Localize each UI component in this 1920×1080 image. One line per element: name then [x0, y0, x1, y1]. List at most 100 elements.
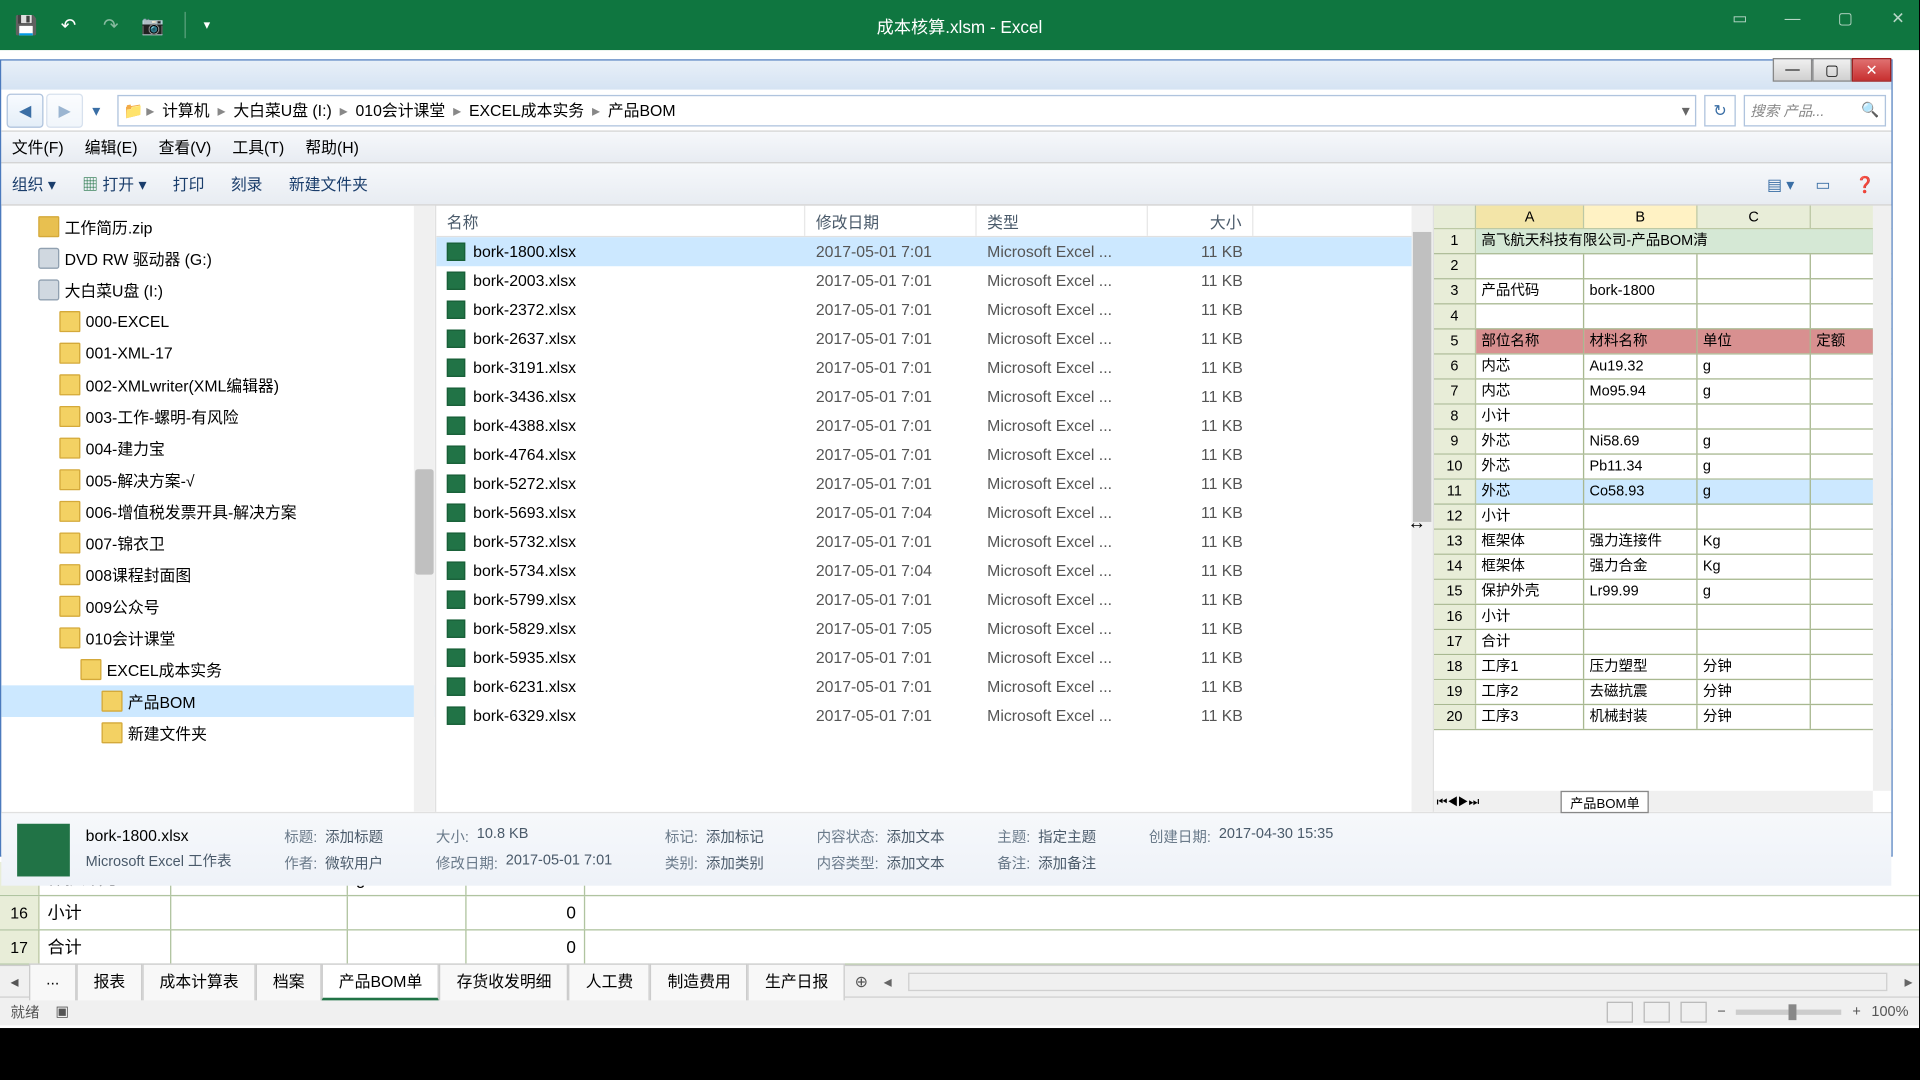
breadcrumb-item[interactable]: 产品BOM — [603, 101, 681, 119]
file-scrollbar[interactable] — [1412, 206, 1433, 812]
search-input[interactable]: 搜索 产品... 🔍 — [1744, 94, 1886, 126]
nav-history-icon[interactable]: ▾ — [86, 93, 107, 127]
tree-item[interactable]: 007-锦衣卫 — [1, 527, 435, 559]
explorer-titlebar[interactable]: — ▢ ✕ — [1, 61, 1891, 90]
file-list-header[interactable]: 名称 修改日期 类型 大小 — [436, 206, 1432, 238]
horizontal-scrollbar[interactable] — [909, 972, 1888, 990]
tree-item[interactable]: 工作简历.zip — [1, 211, 435, 243]
menu-item[interactable]: 编辑(E) — [85, 136, 138, 158]
menu-item[interactable]: 工具(T) — [232, 136, 284, 158]
macro-record-icon[interactable]: ▣ — [55, 1003, 69, 1020]
help-icon[interactable]: ❓ — [1849, 169, 1881, 198]
undo-icon[interactable]: ↶ — [53, 9, 85, 41]
file-row[interactable]: bork-1800.xlsx2017-05-01 7:01Microsoft E… — [436, 237, 1432, 266]
menu-item[interactable]: 查看(V) — [159, 136, 212, 158]
details-subject[interactable]: 指定主题 — [1038, 826, 1096, 847]
organize-button[interactable]: 组织 ▾ — [12, 173, 56, 195]
ribbon-options-icon[interactable]: ▭ — [1724, 5, 1756, 31]
column-type[interactable]: 类型 — [977, 206, 1148, 236]
file-row[interactable]: bork-5829.xlsx2017-05-01 7:05Microsoft E… — [436, 614, 1432, 643]
preview-row[interactable]: 7内芯Mo95.94g — [1434, 380, 1891, 405]
details-content-status[interactable]: 添加文本 — [887, 826, 945, 847]
tree-item[interactable]: 产品BOM — [1, 685, 435, 717]
save-icon[interactable]: 💾 — [11, 9, 43, 41]
redo-icon[interactable]: ↷ — [95, 9, 127, 41]
preview-row[interactable]: 6内芯Au19.32g — [1434, 355, 1891, 380]
preview-row[interactable]: 12小计 — [1434, 505, 1891, 530]
tree-item[interactable]: 003-工作-螺明-有风险 — [1, 401, 435, 433]
nav-back-icon[interactable]: ◀ — [7, 93, 44, 127]
tree-item[interactable]: 大白菜U盘 (I:) — [1, 274, 435, 306]
sheet-tab[interactable]: 产品BOM单 — [322, 963, 440, 1000]
preview-row[interactable]: 13框架体强力连接件Kg — [1434, 530, 1891, 555]
preview-row[interactable]: 20工序3机械封装分钟 — [1434, 705, 1891, 730]
file-row[interactable]: bork-6329.xlsx2017-05-01 7:01Microsoft E… — [436, 701, 1432, 730]
preview-row[interactable]: 19工序2去磁抗震分钟 — [1434, 680, 1891, 705]
add-sheet-icon[interactable]: ⊕ — [845, 972, 877, 990]
zoom-slider[interactable] — [1736, 1009, 1841, 1014]
file-row[interactable]: bork-4388.xlsx2017-05-01 7:01Microsoft E… — [436, 411, 1432, 440]
worksheet-row[interactable]: 16小计0 — [0, 896, 1919, 930]
view-normal-icon[interactable] — [1607, 1001, 1633, 1022]
zoom-in-icon[interactable]: + — [1852, 1004, 1860, 1020]
hscroll-right-icon[interactable]: ▸ — [1898, 972, 1919, 990]
explorer-close-icon[interactable]: ✕ — [1852, 58, 1892, 82]
breadcrumb-item[interactable]: 010会计课堂 — [350, 101, 450, 119]
preview-scrollbar-v[interactable] — [1873, 206, 1891, 791]
preview-row[interactable]: 17合计 — [1434, 630, 1891, 655]
preview-row[interactable]: 18工序1压力塑型分钟 — [1434, 655, 1891, 680]
sheet-tab[interactable]: 档案 — [256, 963, 322, 1000]
preview-sheet-tab[interactable]: 产品BOM单 — [1561, 790, 1649, 812]
view-pagelayout-icon[interactable] — [1644, 1001, 1670, 1022]
preview-scrollbar-h[interactable]: ⏮◀▶⏭ 产品BOM单 — [1434, 791, 1873, 812]
file-row[interactable]: bork-5272.xlsx2017-05-01 7:01Microsoft E… — [436, 469, 1432, 498]
breadcrumb[interactable]: 📁 ▸ 计算机▸大白菜U盘 (I:)▸010会计课堂▸EXCEL成本实务▸产品B… — [117, 94, 1696, 126]
sheet-tab[interactable]: 制造费用 — [650, 963, 748, 1000]
tree-item[interactable]: 010会计课堂 — [1, 622, 435, 654]
details-content-type[interactable]: 添加文本 — [887, 852, 945, 873]
column-date[interactable]: 修改日期 — [805, 206, 976, 236]
file-row[interactable]: bork-3191.xlsx2017-05-01 7:01Microsoft E… — [436, 353, 1432, 382]
menu-item[interactable]: 帮助(H) — [305, 136, 359, 158]
open-button[interactable]: ▦ 打开 ▾ — [82, 173, 146, 195]
breadcrumb-item[interactable]: 大白菜U盘 (I:) — [228, 101, 337, 119]
details-author[interactable]: 微软用户 — [325, 852, 383, 873]
tree-item[interactable]: DVD RW 驱动器 (G:) — [1, 243, 435, 275]
details-category[interactable]: 添加类别 — [706, 852, 764, 873]
file-row[interactable]: bork-2372.xlsx2017-05-01 7:01Microsoft E… — [436, 295, 1432, 324]
hscroll-left-icon[interactable]: ◂ — [877, 972, 898, 990]
file-row[interactable]: bork-5693.xlsx2017-05-01 7:04Microsoft E… — [436, 498, 1432, 527]
file-row[interactable]: bork-5935.xlsx2017-05-01 7:01Microsoft E… — [436, 643, 1432, 672]
sheet-tab[interactable]: ... — [29, 963, 76, 1000]
tree-item[interactable]: 005-解决方案-√ — [1, 464, 435, 496]
preview-row[interactable]: 15保护外壳Lr99.99g — [1434, 580, 1891, 605]
preview-row[interactable]: 16小计 — [1434, 605, 1891, 630]
sheet-tab[interactable]: 报表 — [76, 963, 142, 1000]
camera-icon[interactable]: 📷 — [137, 9, 169, 41]
burn-button[interactable]: 刻录 — [231, 173, 263, 195]
newfolder-button[interactable]: 新建文件夹 — [289, 173, 368, 195]
refresh-icon[interactable]: ↻ — [1704, 94, 1736, 126]
file-row[interactable]: bork-2003.xlsx2017-05-01 7:01Microsoft E… — [436, 266, 1432, 295]
qat-customize-icon[interactable]: ▾ — [191, 9, 223, 41]
preview-row[interactable]: 10外芯Pb11.34g — [1434, 455, 1891, 480]
minimize-icon[interactable]: — — [1777, 5, 1809, 31]
maximize-icon[interactable]: ▢ — [1829, 5, 1861, 31]
file-row[interactable]: bork-6231.xlsx2017-05-01 7:01Microsoft E… — [436, 672, 1432, 701]
tree-item[interactable]: 004-建力宝 — [1, 432, 435, 464]
tree-item[interactable]: 009公众号 — [1, 590, 435, 622]
breadcrumb-item[interactable]: EXCEL成本实务 — [464, 101, 590, 119]
details-tag[interactable]: 添加标记 — [706, 826, 764, 847]
tree-item[interactable]: 001-XML-17 — [1, 337, 435, 369]
explorer-maximize-icon[interactable]: ▢ — [1812, 58, 1852, 82]
file-row[interactable]: bork-5734.xlsx2017-05-01 7:04Microsoft E… — [436, 556, 1432, 585]
tree-item[interactable]: 006-增值税发票开具-解决方案 — [1, 496, 435, 528]
details-remark[interactable]: 添加备注 — [1038, 852, 1096, 873]
sheet-tab[interactable]: 成本计算表 — [142, 963, 255, 1000]
sheet-tab[interactable]: 生产日报 — [748, 963, 846, 1000]
worksheet-row[interactable]: 17合计0 — [0, 931, 1919, 965]
details-title[interactable]: 添加标题 — [325, 826, 383, 847]
tab-nav-first-icon[interactable]: ◂ — [0, 972, 29, 990]
print-button[interactable]: 打印 — [173, 173, 205, 195]
file-row[interactable]: bork-2637.xlsx2017-05-01 7:01Microsoft E… — [436, 324, 1432, 353]
